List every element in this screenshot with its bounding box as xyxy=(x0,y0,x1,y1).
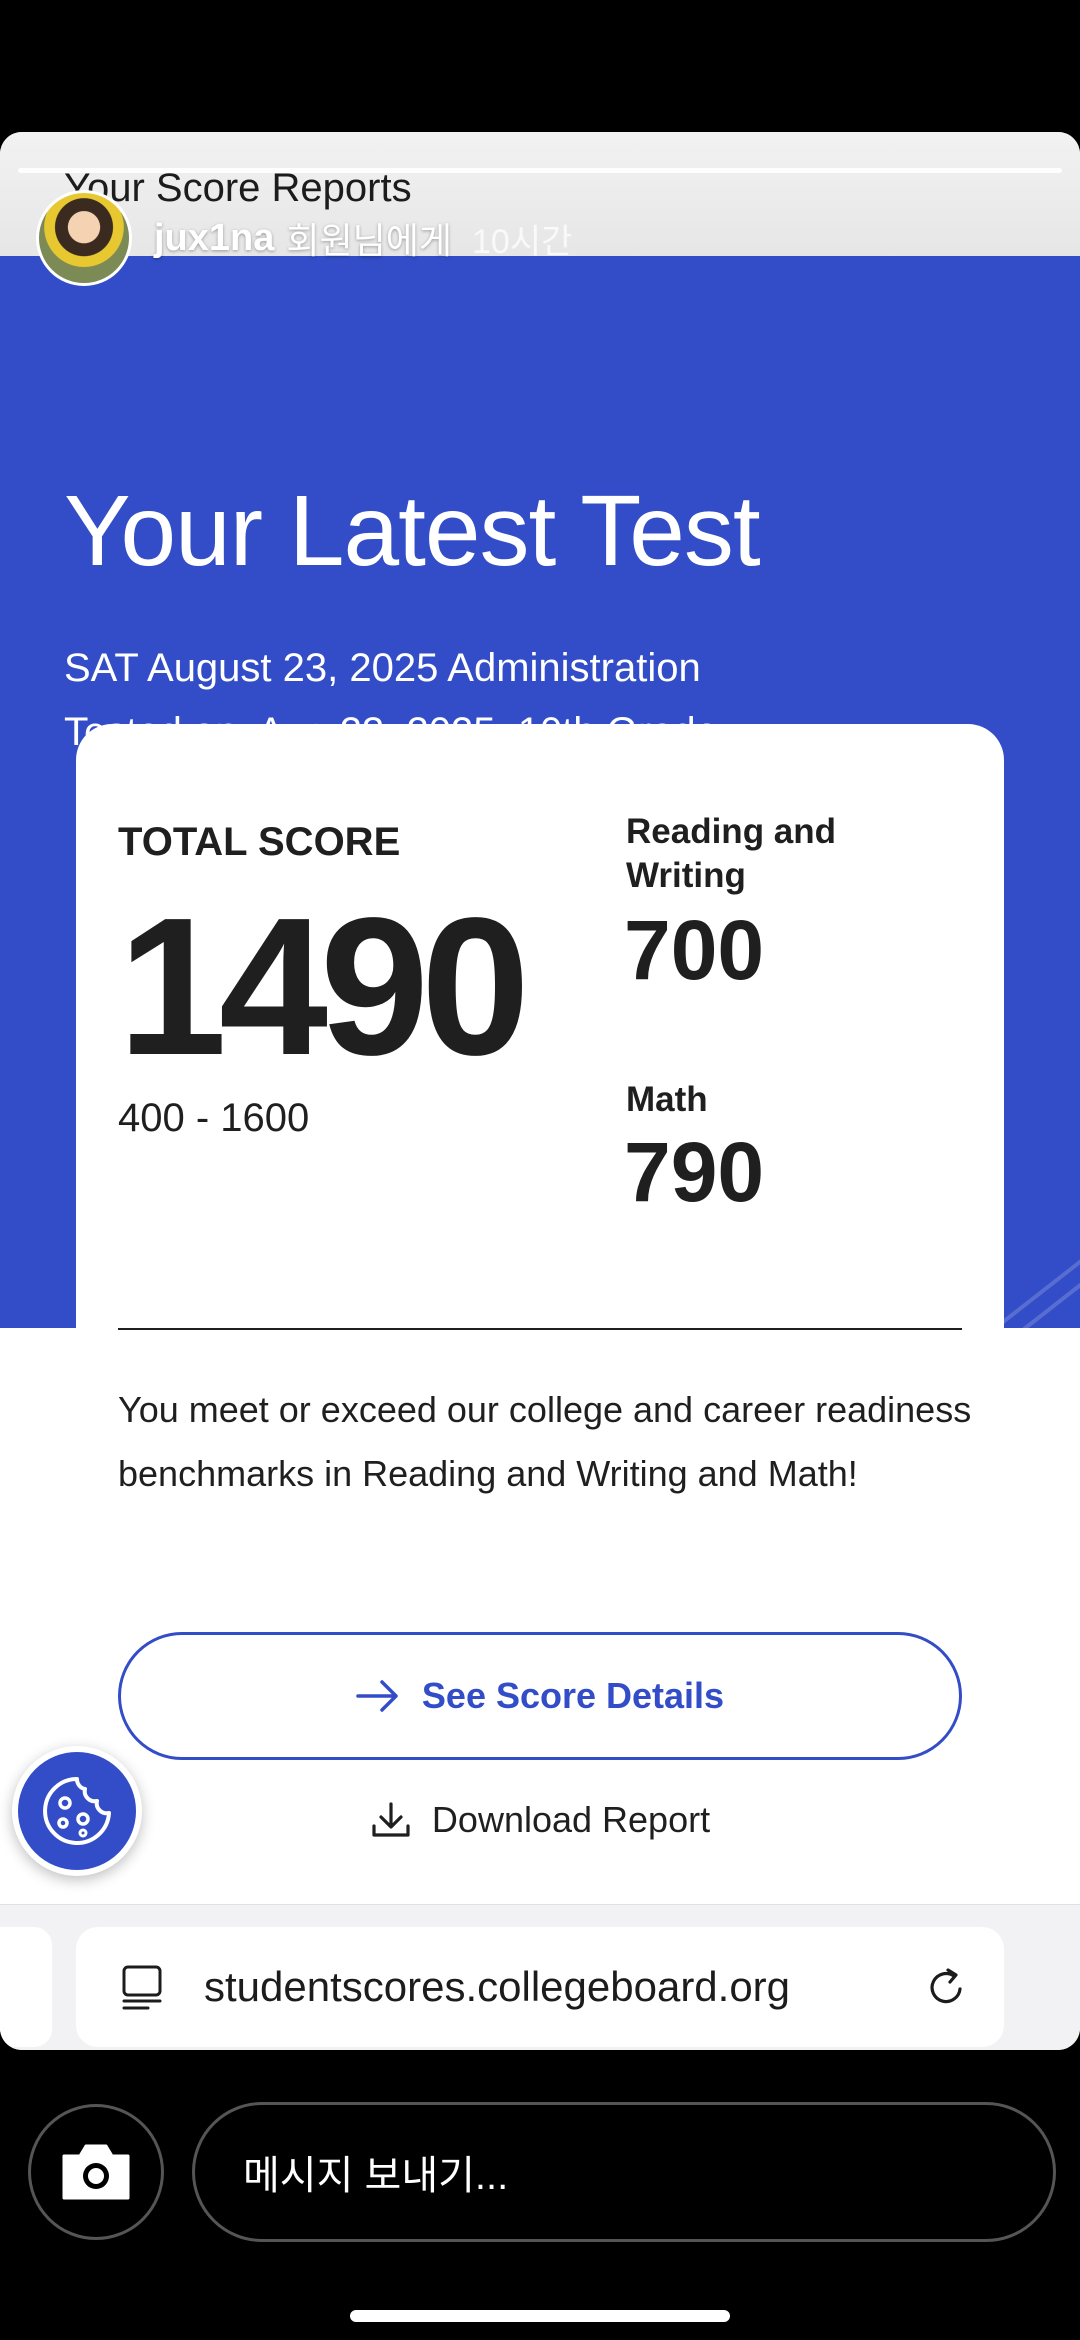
cookie-icon xyxy=(43,1777,111,1845)
score-divider xyxy=(118,1328,962,1330)
download-report-link[interactable]: Download Report xyxy=(76,1790,1004,1850)
story-frame: Your Score Reports Your Latest Test SAT … xyxy=(0,132,1080,2050)
story-progress-bar xyxy=(18,168,1062,173)
page-info-icon[interactable] xyxy=(120,1963,164,2011)
author-avatar[interactable] xyxy=(36,190,132,286)
browser-address-bar: studentscores.collegeboard.org xyxy=(0,1904,1080,2050)
camera-button[interactable] xyxy=(28,2104,164,2240)
section-label-math: Math xyxy=(626,1080,708,1119)
url-field[interactable]: studentscores.collegeboard.org xyxy=(76,1927,1004,2047)
download-report-label: Download Report xyxy=(431,1799,711,1840)
message-placeholder: 메시지 보내기... xyxy=(243,2154,509,2198)
download-icon xyxy=(372,1802,410,1837)
story-author-row[interactable]: jux1na 회원님에게 10시간 xyxy=(36,190,572,286)
url-text[interactable]: studentscores.collegeboard.org xyxy=(204,1963,790,2011)
see-score-details-button[interactable]: See Score Details xyxy=(118,1632,962,1760)
section-score-reading-writing: 700 xyxy=(624,903,765,997)
story-reply-bar: 메시지 보내기... xyxy=(0,2090,1080,2270)
home-indicator[interactable] xyxy=(350,2310,730,2322)
previous-tab-stub[interactable] xyxy=(0,1927,52,2047)
author-suffix: 회원님에게 xyxy=(286,220,452,261)
benchmark-message: You meet or exceed our college and caree… xyxy=(118,1389,972,1494)
message-input[interactable]: 메시지 보내기... xyxy=(192,2102,1056,2242)
administration-text: SAT August 23, 2025 Administration xyxy=(64,646,701,690)
camera-icon xyxy=(62,2144,130,2200)
hero-title: Your Latest Test xyxy=(64,475,761,587)
arrow-right-icon xyxy=(356,1680,398,1712)
reload-icon[interactable] xyxy=(924,1965,968,2009)
total-score-label: TOTAL SCORE xyxy=(118,820,401,864)
story-time: 10시간 xyxy=(472,222,573,261)
section-score-math: 790 xyxy=(624,1125,765,1219)
cookie-settings-button[interactable] xyxy=(12,1746,142,1876)
score-card: TOTAL SCORE 1490 400 - 1600 Reading and … xyxy=(76,724,1004,2024)
score-range: 400 - 1600 xyxy=(118,1096,310,1140)
author-name[interactable]: jux1na xyxy=(154,217,274,260)
section-label-reading-writing: Reading and Writing xyxy=(626,812,837,895)
see-score-details-label: See Score Details xyxy=(421,1675,725,1716)
total-score-value: 1490 xyxy=(118,877,530,1096)
